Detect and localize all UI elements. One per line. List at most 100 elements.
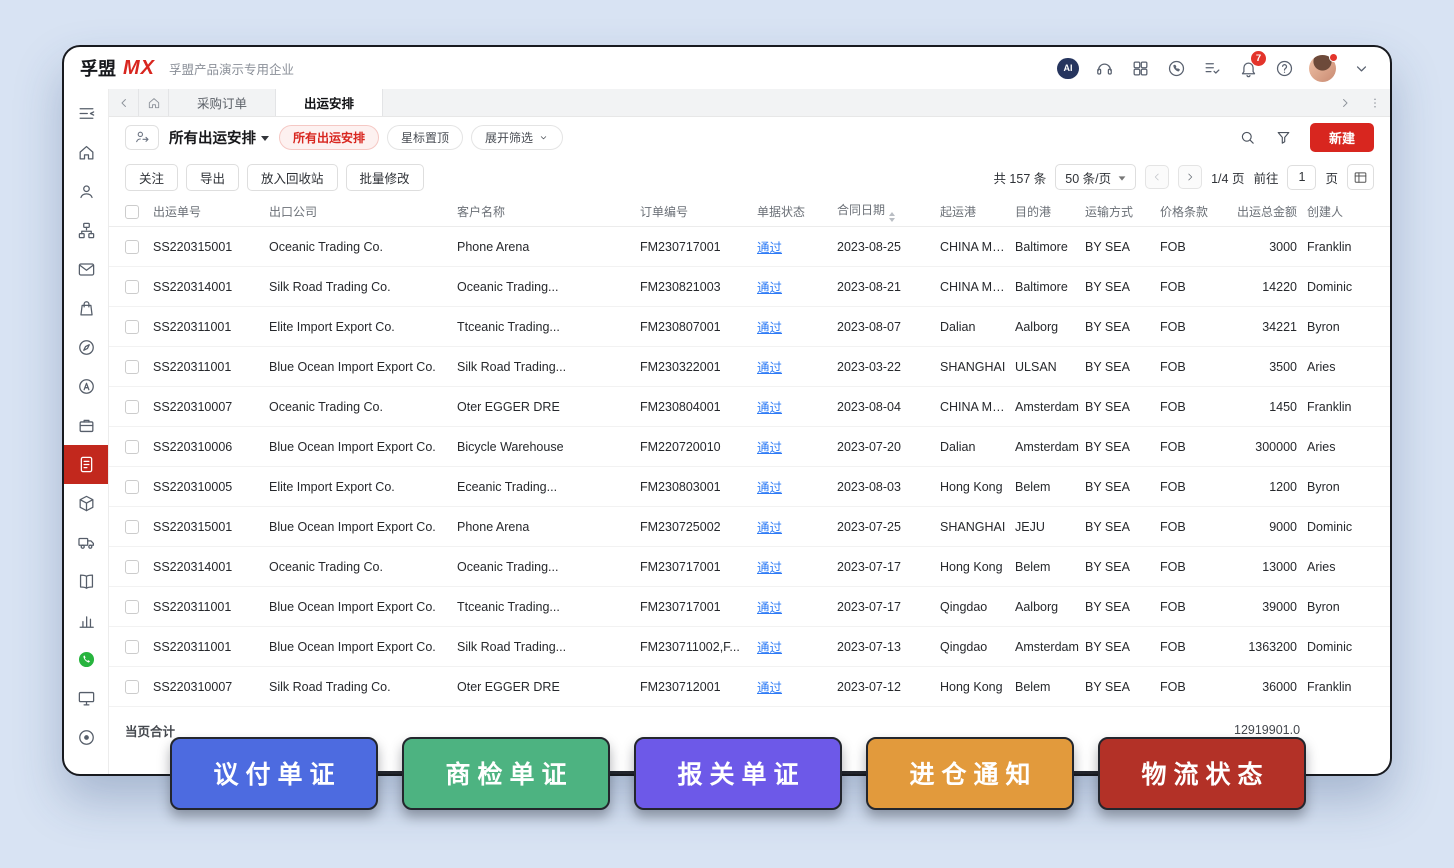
table-row-10[interactable]: SS220311001Blue Ocean Import Export Co.S… [109, 627, 1390, 667]
apps-grid-icon[interactable] [1129, 57, 1151, 79]
row-checkbox[interactable] [109, 520, 153, 534]
column-header-order-no[interactable]: 订单编号 [640, 203, 757, 220]
sidebar-item-ledger[interactable] [64, 562, 108, 601]
more-options-icon[interactable] [1360, 89, 1390, 116]
table-row-1[interactable]: SS220314001Silk Road Trading Co.Oceanic … [109, 267, 1390, 307]
status-link[interactable]: 通过 [757, 521, 782, 535]
sidebar-item-packages[interactable] [64, 484, 108, 523]
table-row-9[interactable]: SS220311001Blue Ocean Import Export Co.T… [109, 587, 1390, 627]
page-size-select[interactable]: 50 条/页 [1055, 164, 1136, 190]
toolbar-button-0[interactable]: 关注 [125, 164, 178, 191]
toolbar-button-1[interactable]: 导出 [186, 164, 239, 191]
table-row-4[interactable]: SS220310007Oceanic Trading Co.Oter EGGER… [109, 387, 1390, 427]
toolbar-button-2[interactable]: 放入回收站 [247, 164, 338, 191]
column-header-departure-port[interactable]: 起运港 [940, 203, 1015, 220]
row-checkbox[interactable] [109, 320, 153, 334]
column-header-destination-port[interactable]: 目的港 [1015, 203, 1085, 220]
table-row-7[interactable]: SS220315001Blue Ocean Import Export Co.P… [109, 507, 1390, 547]
next-page-button[interactable] [1178, 165, 1202, 189]
filter-pill-1[interactable]: 星标置顶 [387, 125, 463, 150]
help-icon[interactable] [1273, 57, 1295, 79]
status-link[interactable]: 通过 [757, 361, 782, 375]
sidebar-item-contacts[interactable] [64, 172, 108, 211]
filter-pill-0[interactable]: 所有出运安排 [279, 125, 379, 150]
row-checkbox[interactable] [109, 280, 153, 294]
column-header-status[interactable]: 单据状态 [757, 203, 837, 220]
search-icon[interactable] [1236, 125, 1260, 149]
tab-1[interactable]: 出运安排 [276, 89, 383, 116]
sidebar-item-collapse[interactable] [64, 94, 108, 133]
row-checkbox[interactable] [109, 600, 153, 614]
sidebar-item-reports[interactable] [64, 601, 108, 640]
sidebar-item-devices[interactable] [64, 679, 108, 718]
notifications-icon[interactable]: 7 [1237, 57, 1259, 79]
status-link[interactable]: 通过 [757, 401, 782, 415]
sidebar-item-products[interactable] [64, 406, 108, 445]
process-button-inspection-docs[interactable]: 商检单证 [402, 737, 610, 810]
status-link[interactable]: 通过 [757, 281, 782, 295]
account-menu-icon[interactable] [1350, 57, 1372, 79]
table-row-11[interactable]: SS220310007Silk Road Trading Co.Oter EGG… [109, 667, 1390, 707]
column-header-export-company[interactable]: 出口公司 [269, 203, 457, 220]
assignee-filter-button[interactable] [125, 125, 159, 150]
process-button-warehouse-notice[interactable]: 进仓通知 [866, 737, 1074, 810]
sidebar-item-mail[interactable] [64, 250, 108, 289]
nav-forward-button[interactable] [1330, 89, 1360, 116]
row-checkbox[interactable] [109, 360, 153, 374]
process-button-negotiation-docs[interactable]: 议付单证 [170, 737, 378, 810]
task-list-icon[interactable] [1201, 57, 1223, 79]
row-checkbox[interactable] [109, 400, 153, 414]
table-row-5[interactable]: SS220310006Blue Ocean Import Export Co.B… [109, 427, 1390, 467]
whatsapp-call-icon[interactable] [1165, 57, 1187, 79]
nav-back-button[interactable] [109, 89, 139, 116]
row-checkbox[interactable] [109, 680, 153, 694]
status-link[interactable]: 通过 [757, 641, 782, 655]
column-header-creator[interactable]: 创建人 [1307, 203, 1390, 220]
ai-assistant-icon[interactable]: AI [1057, 57, 1079, 79]
process-button-logistics-status[interactable]: 物流状态 [1098, 737, 1306, 810]
status-link[interactable]: 通过 [757, 321, 782, 335]
status-link[interactable]: 通过 [757, 601, 782, 615]
headset-support-icon[interactable] [1093, 57, 1115, 79]
sidebar-item-discovery[interactable] [64, 328, 108, 367]
prev-page-button[interactable] [1145, 165, 1169, 189]
nav-home-button[interactable] [139, 89, 169, 116]
table-row-8[interactable]: SS220314001Oceanic Trading Co.Oceanic Tr… [109, 547, 1390, 587]
view-selector[interactable]: 所有出运安排 [169, 127, 269, 148]
sidebar-item-logistics[interactable] [64, 523, 108, 562]
status-link[interactable]: 通过 [757, 241, 782, 255]
row-checkbox[interactable] [109, 240, 153, 254]
filter-pill-2[interactable]: 展开筛选 [471, 125, 563, 150]
status-link[interactable]: 通过 [757, 681, 782, 695]
row-checkbox[interactable] [109, 440, 153, 454]
tab-0[interactable]: 采购订单 [169, 89, 276, 116]
table-row-3[interactable]: SS220311001Blue Ocean Import Export Co.S… [109, 347, 1390, 387]
process-button-customs-docs[interactable]: 报关单证 [634, 737, 842, 810]
status-link[interactable]: 通过 [757, 561, 782, 575]
column-header-transport-mode[interactable]: 运输方式 [1085, 203, 1160, 220]
table-row-0[interactable]: SS220315001Oceanic Trading Co.Phone Aren… [109, 227, 1390, 267]
filter-icon[interactable] [1272, 125, 1296, 149]
sidebar-item-organization[interactable] [64, 211, 108, 250]
sidebar-item-marketing[interactable] [64, 367, 108, 406]
create-button[interactable]: 新建 [1310, 123, 1374, 152]
status-link[interactable]: 通过 [757, 481, 782, 495]
table-row-2[interactable]: SS220311001Elite Import Export Co.Ttcean… [109, 307, 1390, 347]
column-settings-button[interactable] [1347, 164, 1374, 190]
column-header-price-term[interactable]: 价格条款 [1160, 203, 1234, 220]
toolbar-button-3[interactable]: 批量修改 [346, 164, 424, 191]
table-row-6[interactable]: SS220310005Elite Import Export Co.Eceani… [109, 467, 1390, 507]
sidebar-item-whatsapp[interactable] [64, 640, 108, 679]
column-header-customer-name[interactable]: 客户名称 [457, 203, 640, 220]
sort-icon[interactable] [889, 212, 895, 222]
sidebar-item-shipping-documents[interactable] [64, 445, 108, 484]
row-checkbox[interactable] [109, 640, 153, 654]
column-header-shipment-no[interactable]: 出运单号 [153, 203, 269, 220]
sidebar-item-orders[interactable] [64, 289, 108, 328]
column-header-total-amount[interactable]: 出运总金额 [1234, 203, 1307, 220]
row-checkbox[interactable] [109, 560, 153, 574]
goto-page-input[interactable]: 1 [1287, 165, 1316, 190]
avatar[interactable] [1309, 57, 1336, 79]
status-link[interactable]: 通过 [757, 441, 782, 455]
select-all-checkbox[interactable] [109, 205, 153, 219]
